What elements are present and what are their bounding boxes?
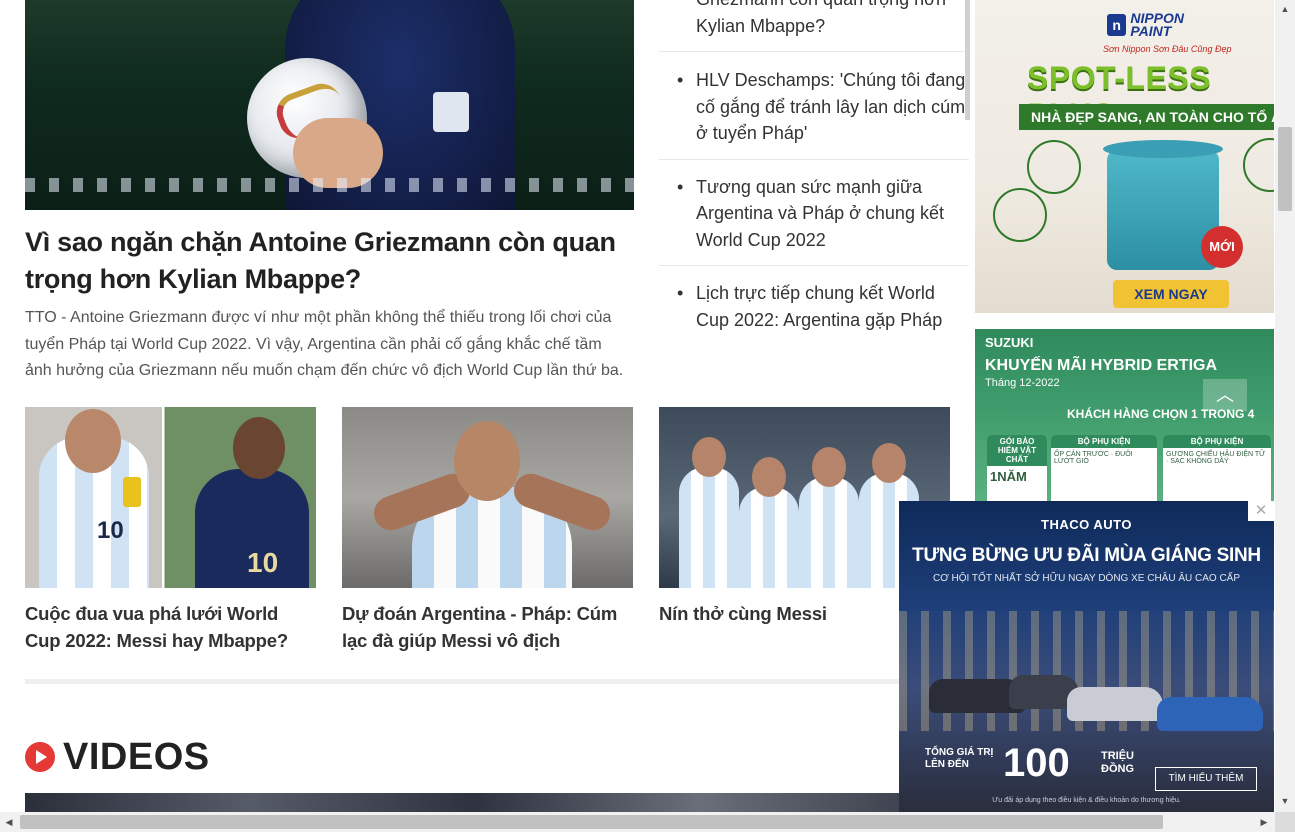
ad-headline: KHUYẾN MÃI HYBRID ERTIGA — [985, 357, 1218, 374]
player-head — [692, 437, 726, 477]
player-head — [454, 421, 520, 501]
offer-box: BỘ PHỤ KIỆN ỐP CẢN TRƯỚC · ĐUÔI LƯỚT GIÓ — [1051, 435, 1157, 501]
player-head — [812, 447, 846, 487]
jersey-patch — [433, 92, 469, 132]
scroll-top-icon[interactable]: ︿ — [1203, 379, 1247, 411]
ad-subtitle: Tháng 12-2022 — [985, 377, 1060, 389]
ad-headline: TƯNG BỪNG ƯU ĐÃI MÙA GIÁNG SINH — [912, 545, 1261, 566]
related-list: Griezmann còn quan trọng hơn Kylian Mbap… — [659, 0, 969, 345]
jersey-number: 10 — [247, 547, 279, 578]
ad-banner-nippon-paint[interactable]: n NIPPON PAINT Sơn Nippon Sơn Đâu Cũng Đ… — [975, 0, 1274, 313]
related-item[interactable]: HLV Deschamps: 'Chúng tôi đang cố gắng đ… — [659, 53, 969, 160]
section-divider — [25, 679, 950, 684]
article-thumbnail[interactable]: 10 10 — [25, 407, 316, 588]
ad-banner-thaco-auto[interactable]: THACO AUTO TƯNG BỪNG ƯU ĐÃI MÙA GIÁNG SI… — [899, 501, 1274, 812]
related-item[interactable]: Griezmann còn quan trọng hơn Kylian Mbap… — [659, 0, 969, 52]
offer-box-title: GÓI BẢO HIỂM VẬT CHẤT — [987, 435, 1047, 466]
price-label: TỔNG GIÁ TRỊ LÊN ĐẾN — [925, 747, 994, 770]
vertical-scrollbar[interactable]: ▲ ▼ — [1275, 0, 1295, 812]
hero-title[interactable]: Vì sao ngăn chặn Antoine Griezmann còn q… — [25, 224, 640, 298]
player-figure — [799, 477, 859, 588]
offer-box-title: BỘ PHỤ KIỆN — [1163, 435, 1271, 448]
ad-tagline: Sơn Nippon Sơn Đâu Cũng Đẹp — [1103, 44, 1232, 54]
scroll-right-icon[interactable]: ▶ — [1255, 812, 1273, 832]
related-item[interactable]: Tương quan sức mạnh giữa Argentina và Ph… — [659, 160, 969, 266]
hero-description: TTO - Antoine Griezmann được ví như một … — [25, 309, 624, 379]
player-head — [65, 409, 121, 473]
article-card[interactable]: Dự đoán Argentina - Pháp: Cúm lạc đà giú… — [342, 407, 633, 654]
nippon-logo-text: NIPPON PAINT — [1130, 10, 1185, 39]
offer-box-text: ỐP CẢN TRƯỚC · ĐUÔI LƯỚT GIÓ — [1054, 451, 1133, 465]
ad-slogan-bar: NHÀ ĐẸP SANG, AN TOÀN CHO TỔ ẤM — [1019, 104, 1274, 130]
ad-subtitle: CƠ HỘI TỐT NHẤT SỞ HỮU NGAY DÒNG XE CHÂU… — [932, 573, 1241, 584]
car-image — [1157, 697, 1263, 731]
thaco-logo: THACO AUTO — [1041, 517, 1132, 532]
close-ad-icon[interactable]: ✕ — [1248, 501, 1274, 521]
scrollbar-corner — [1275, 812, 1295, 832]
player-head — [233, 417, 285, 479]
scroll-up-icon[interactable]: ▲ — [1275, 0, 1295, 18]
scroll-left-icon[interactable]: ◀ — [0, 812, 18, 832]
ad-banner-suzuki[interactable]: SUZUKI KHUYẾN MÃI HYBRID ERTIGA Tháng 12… — [975, 329, 1274, 501]
article-title[interactable]: Cuộc đua vua phá lưới World Cup 2022: Me… — [25, 601, 316, 654]
player-figure — [679, 467, 739, 588]
jersey-number: 10 — [97, 517, 124, 544]
car-image — [1067, 687, 1163, 721]
page-viewport: Vì sao ngăn chặn Antoine Griezmann còn q… — [0, 0, 1275, 812]
nippon-logo: n NIPPON PAINT — [1107, 10, 1217, 40]
player-head — [872, 443, 906, 483]
player-head — [752, 457, 786, 497]
price-unit: TRIỆU ĐỒNG — [1101, 750, 1134, 775]
ad-fine-print: Ưu đãi áp dụng theo điều kiện & điều kho… — [992, 797, 1181, 804]
offer-box-title: BỘ PHỤ KIỆN — [1051, 435, 1157, 448]
article-thumbnail[interactable] — [342, 407, 633, 588]
horizontal-scrollbar[interactable]: ◀ ▶ — [0, 812, 1275, 832]
ad-cta-button[interactable]: XEM NGAY — [1113, 280, 1229, 308]
ad-cta-button[interactable]: TÌM HIỂU THÊM — [1155, 767, 1257, 791]
feature-stamp-icon — [1243, 138, 1274, 192]
offer-box: BỘ PHỤ KIỆN GƯƠNG CHIẾU HẬU ĐIỆN TỬ · SẠ… — [1163, 435, 1271, 501]
videos-section-header[interactable]: VIDEOS — [25, 735, 210, 779]
price-value: 100 — [1003, 741, 1070, 785]
vertical-scrollbar-thumb[interactable] — [1278, 127, 1292, 211]
offer-box-text: 1NĂM — [990, 469, 1027, 484]
feature-stamp-icon — [993, 188, 1047, 242]
captain-armband — [123, 477, 141, 507]
related-item[interactable]: Lịch trực tiếp chung kết World Cup 2022:… — [659, 266, 969, 345]
videos-heading: VIDEOS — [63, 735, 210, 778]
feature-stamp-icon — [1027, 140, 1081, 194]
stadium-lights — [25, 178, 634, 192]
play-icon — [25, 742, 55, 772]
offer-box: GÓI BẢO HIỂM VẬT CHẤT 1NĂM — [987, 435, 1047, 501]
new-badge: MỚI — [1201, 226, 1243, 268]
suzuki-logo: SUZUKI — [985, 335, 1034, 350]
offer-box-text: GƯƠNG CHIẾU HẬU ĐIỆN TỬ · SẠC KHÔNG DÂY — [1166, 451, 1266, 465]
nippon-logo-icon: n — [1107, 14, 1127, 36]
article-card[interactable]: 10 10 Cuộc đua vua phá lưới World Cup 20… — [25, 407, 316, 654]
hero-image[interactable] — [25, 0, 634, 210]
related-list-scrollbar[interactable] — [965, 0, 970, 120]
video-thumbnail[interactable] — [25, 793, 925, 812]
horizontal-scrollbar-thumb[interactable] — [20, 815, 1163, 829]
player-figure — [739, 487, 799, 588]
scroll-down-icon[interactable]: ▼ — [1275, 792, 1295, 810]
article-title[interactable]: Dự đoán Argentina - Pháp: Cúm lạc đà giú… — [342, 601, 633, 654]
